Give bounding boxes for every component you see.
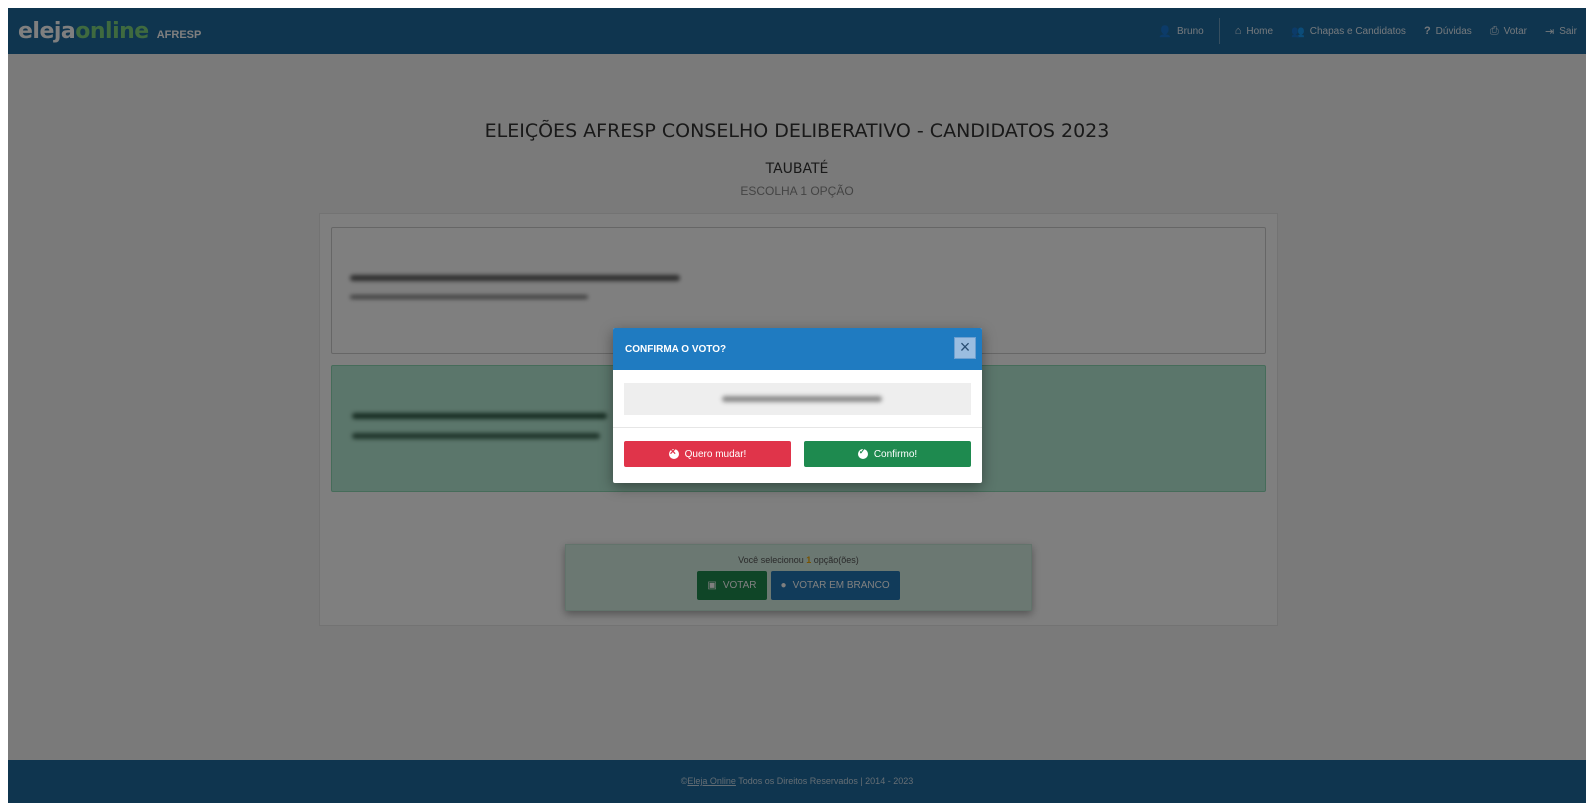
redacted-candidate <box>722 396 882 402</box>
close-icon: × <box>959 337 971 357</box>
confirm-vote-modal: CONFIRMA O VOTO? × Quero mudar! Confirmo… <box>613 328 982 483</box>
modal-body <box>613 370 982 428</box>
quero-mudar-button[interactable]: Quero mudar! <box>624 441 791 467</box>
times-circle-icon <box>668 446 679 459</box>
confirmo-button[interactable]: Confirmo! <box>804 441 971 467</box>
selected-candidate-box <box>624 383 971 415</box>
modal-title: CONFIRMA O VOTO? <box>625 343 727 355</box>
close-button[interactable]: × <box>954 337 976 359</box>
check-circle-icon <box>857 447 868 459</box>
quero-mudar-label: Quero mudar! <box>684 448 747 460</box>
modal-header: CONFIRMA O VOTO? × <box>613 328 982 370</box>
confirmo-label: Confirmo! <box>873 448 918 460</box>
modal-footer: Quero mudar! Confirmo! <box>613 428 982 467</box>
app-frame: elejaonline AFRESP 👤 Bruno ⌂ Home 👥 Chap… <box>8 8 1586 803</box>
